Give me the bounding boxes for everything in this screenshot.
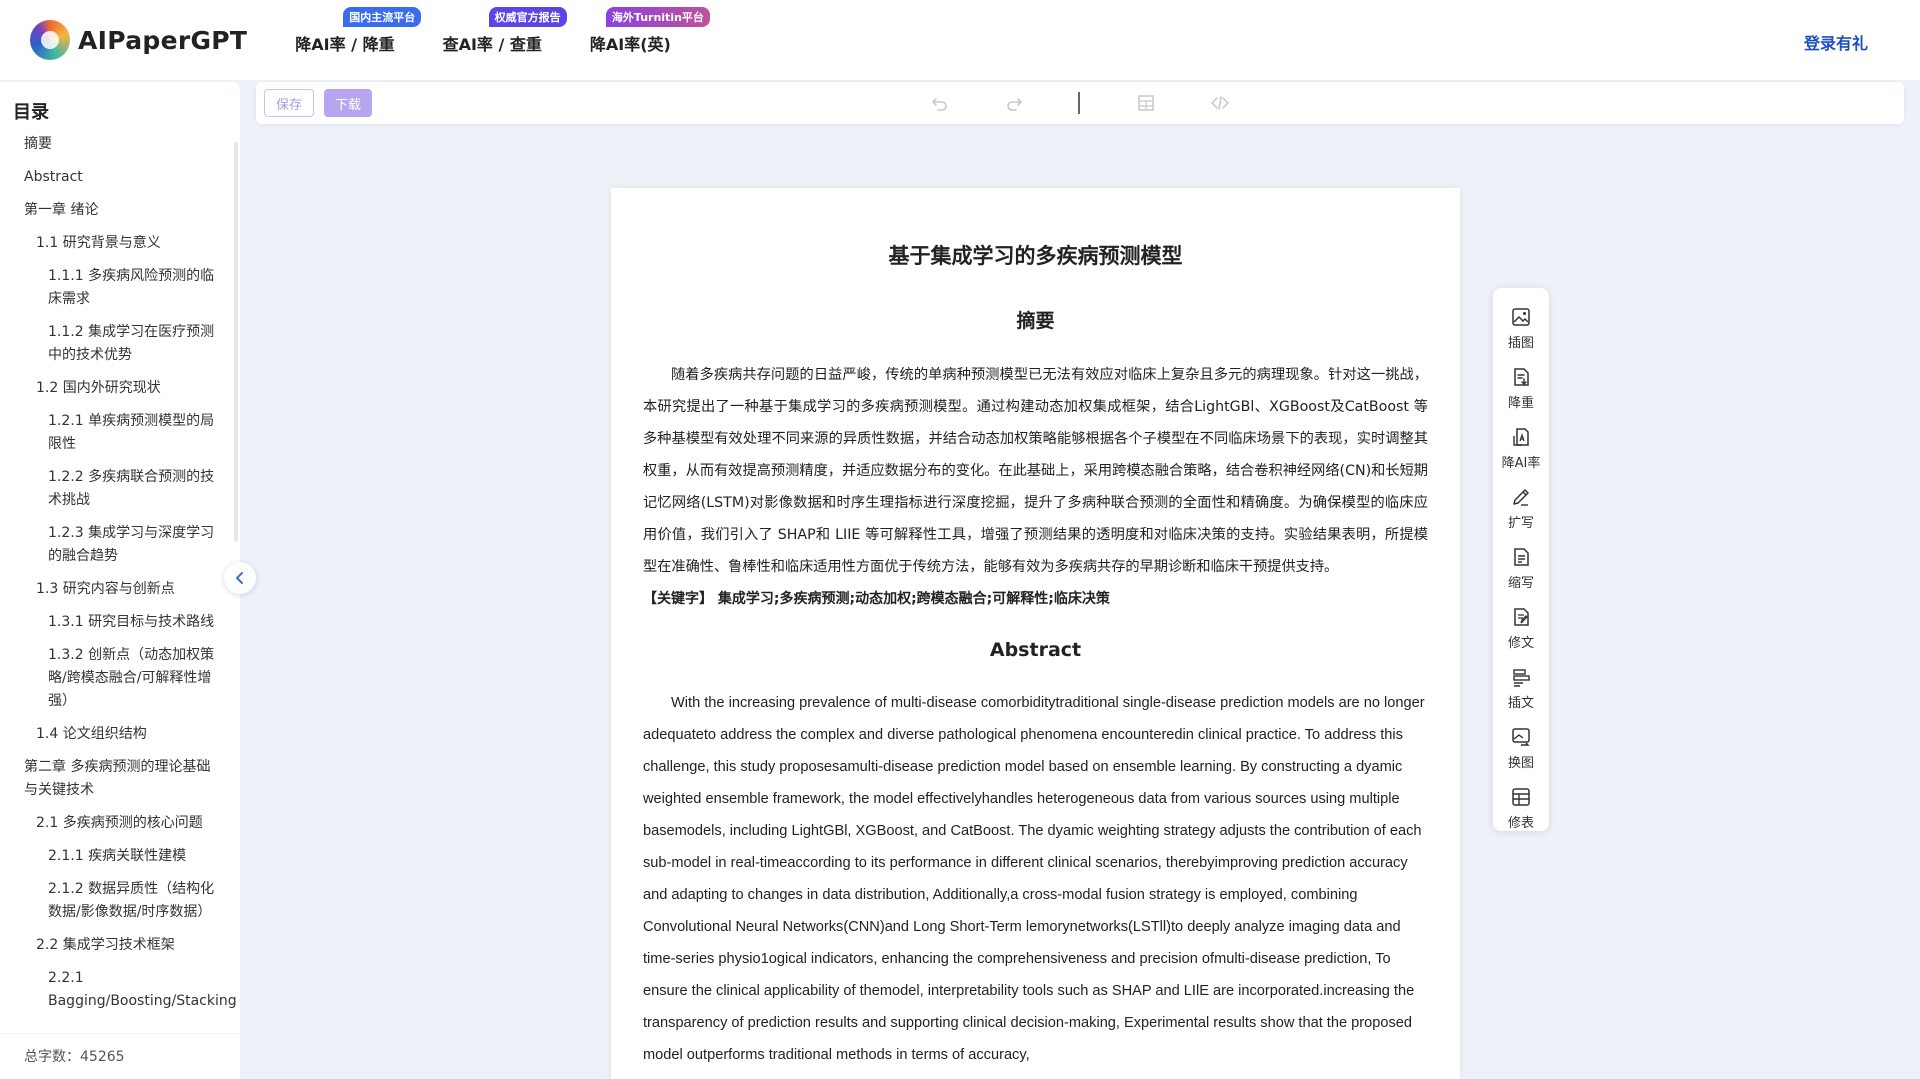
logo-text: AIPaperGPT bbox=[78, 25, 248, 55]
main-nav: 国内主流平台 降AI率 / 降重 权威官方报告 查AI率 / 查重 海外Turn… bbox=[295, 0, 719, 80]
abstract-cn-text: 随着多疾病共存问题的日益严峻，传统的单病种预测模型已无法有效应对临床上复杂且多元… bbox=[643, 367, 1428, 575]
tool-condense[interactable]: 缩写 bbox=[1493, 538, 1549, 598]
nav-reduce-ai[interactable]: 国内主流平台 降AI率 / 降重 bbox=[295, 7, 422, 55]
toc-scrollbar[interactable] bbox=[234, 142, 238, 542]
table-icon bbox=[1512, 787, 1530, 806]
tool-label: 修表 bbox=[1507, 815, 1534, 831]
toc-item[interactable]: 第一章 绪论 bbox=[0, 194, 222, 227]
align-icon bbox=[1513, 668, 1530, 687]
tool-label: 扩写 bbox=[1507, 515, 1534, 531]
editor-toolbar: 保存 下载 bbox=[256, 82, 1904, 124]
pen-icon bbox=[1513, 488, 1529, 506]
toc-item[interactable]: 摘要 bbox=[0, 128, 222, 161]
toc-item[interactable]: 2.1.1 疾病关联性建模 bbox=[0, 840, 222, 873]
image-icon bbox=[1512, 307, 1530, 326]
tool-label: 修文 bbox=[1507, 635, 1534, 651]
doc-down-icon bbox=[1514, 367, 1529, 386]
doc-edit-icon bbox=[1514, 607, 1529, 626]
toc-item[interactable]: 1.3 研究内容与创新点 bbox=[0, 573, 222, 606]
abstract-en-text: With the increasing prevalence of multi-… bbox=[643, 695, 1425, 1063]
doc-lines-icon bbox=[1514, 547, 1529, 566]
nav-badge: 海外Turnitin平台 bbox=[605, 7, 710, 27]
abstract-en-heading: Abstract bbox=[989, 639, 1082, 661]
nav-badge: 权威官方报告 bbox=[488, 7, 567, 27]
collapse-sidebar-button[interactable] bbox=[224, 562, 256, 594]
toc-item[interactable]: 1.1.2 集成学习在医疗预测中的技术优势 bbox=[0, 316, 222, 372]
document-title: 基于集成学习的多疾病预测模型 bbox=[888, 244, 1183, 268]
toc-item[interactable]: 1.1 研究背景与意义 bbox=[0, 227, 222, 260]
tool-label: 插文 bbox=[1507, 695, 1534, 711]
logo-icon bbox=[30, 20, 70, 60]
toc-item[interactable]: Abstract bbox=[0, 161, 222, 194]
toc-item[interactable]: 2.1.2 数据异质性（结构化数据/影像数据/时序数据） bbox=[0, 873, 222, 929]
toolbar-divider bbox=[1078, 92, 1080, 114]
tool-label: 换图 bbox=[1507, 755, 1534, 771]
tool-revise[interactable]: 修文 bbox=[1493, 598, 1549, 658]
word-count: 总字数：45265 bbox=[0, 1033, 240, 1079]
tool-label: 插图 bbox=[1507, 335, 1534, 351]
logo[interactable]: AIPaperGPT bbox=[30, 20, 247, 60]
toc-item[interactable]: 2.1 多疾病预测的核心问题 bbox=[0, 807, 222, 840]
toc-title: 目录 bbox=[13, 102, 49, 123]
redo-icon[interactable] bbox=[1004, 93, 1024, 113]
tool-edit-table[interactable]: 修表 bbox=[1493, 778, 1549, 838]
abstract-cn-heading: 摘要 bbox=[1016, 310, 1055, 332]
tool-reduce-dup[interactable]: 降重 bbox=[1493, 358, 1549, 418]
keywords: 【关键字】 集成学习;多疾病预测;动态加权;跨模态融合;可解释性;临床决策 bbox=[643, 591, 1110, 607]
nav-label: 降AI率(英) bbox=[589, 35, 671, 54]
toc-list: 摘要 Abstract 第一章 绪论 1.1 研究背景与意义 1.1.1 多疾病风险预测… bbox=[0, 128, 240, 1018]
download-button[interactable]: 下载 bbox=[324, 89, 372, 117]
tool-insert-text[interactable]: 插文 bbox=[1493, 658, 1549, 718]
chevron-left-icon bbox=[235, 572, 243, 584]
image-swap-icon bbox=[1512, 727, 1530, 746]
toc-item[interactable]: 第二章 多疾病预测的理论基础与关键技术 bbox=[0, 751, 222, 807]
document-page[interactable]: 基于集成学习的多疾病预测模型 摘要 随着多疾病共存问题的日益严峻，传统的单病种预… bbox=[611, 188, 1460, 1079]
nav-reduce-ai-en[interactable]: 海外Turnitin平台 降AI率(英) bbox=[589, 7, 710, 55]
tool-label: 降重 bbox=[1507, 395, 1534, 411]
top-bar: AIPaperGPT 国内主流平台 降AI率 / 降重 权威官方报告 查AI率 … bbox=[0, 0, 1920, 80]
toc-item[interactable]: 2.2 集成学习技术框架 bbox=[0, 929, 222, 962]
nav-badge: 国内主流平台 bbox=[343, 7, 422, 27]
login-link[interactable]: 登录有礼 bbox=[1804, 30, 1868, 54]
tool-reduce-ai[interactable]: 降AI率 bbox=[1493, 418, 1549, 478]
toc-item[interactable]: 1.2 国内外研究现状 bbox=[0, 372, 222, 405]
ai-tools-panel: 插图 降重 降AI率 扩写 缩写 修文 插文 换图 修表 bbox=[1493, 288, 1549, 831]
toc-item[interactable]: 1.1.1 多疾病风险预测的临床需求 bbox=[0, 260, 222, 316]
nav-label: 降AI率 / 降重 bbox=[295, 35, 395, 54]
code-icon[interactable] bbox=[1210, 93, 1230, 113]
undo-icon[interactable] bbox=[930, 93, 950, 113]
toc-item[interactable]: 1.2.1 单疾病预测模型的局限性 bbox=[0, 405, 222, 461]
toc-item[interactable]: 2.2.1 Bagging/Boosting/Stacking bbox=[0, 962, 237, 1018]
tool-replace-image[interactable]: 换图 bbox=[1493, 718, 1549, 778]
nav-check-ai[interactable]: 权威官方报告 查AI率 / 查重 bbox=[442, 7, 567, 55]
doc-ai-icon bbox=[1513, 427, 1529, 446]
toc-item[interactable]: 1.2.3 集成学习与深度学习的融合趋势 bbox=[0, 517, 222, 573]
tool-insert-image[interactable]: 插图 bbox=[1493, 298, 1549, 358]
toc-sidebar: 目录 摘要 Abstract 第一章 绪论 1.1 研究背景与意义 1.1.1 多疾病风… bbox=[0, 82, 240, 1079]
toc-item[interactable]: 1.2.2 多疾病联合预测的技术挑战 bbox=[0, 461, 222, 517]
tool-label: 缩写 bbox=[1507, 575, 1534, 591]
toc-item[interactable]: 1.3.1 研究目标与技术路线 bbox=[0, 606, 222, 639]
toc-item[interactable]: 1.4 论文组织结构 bbox=[0, 718, 222, 751]
toc-item[interactable]: 1.3.2 创新点（动态加权策略/跨模态融合/可解释性增强） bbox=[0, 639, 222, 718]
tool-label: 降AI率 bbox=[1501, 455, 1541, 471]
save-button[interactable]: 保存 bbox=[264, 89, 314, 117]
nav-label: 查AI率 / 查重 bbox=[442, 35, 542, 54]
format-icon[interactable] bbox=[1136, 93, 1156, 113]
tool-expand[interactable]: 扩写 bbox=[1493, 478, 1549, 538]
